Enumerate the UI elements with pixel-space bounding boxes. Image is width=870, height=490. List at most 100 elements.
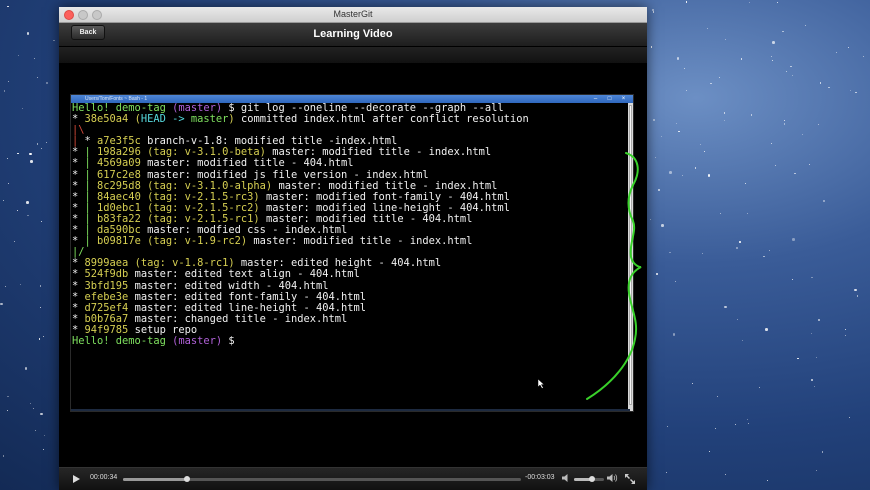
star [740, 58, 742, 60]
star [686, 90, 688, 92]
star [770, 143, 772, 145]
star [856, 295, 858, 297]
star [14, 240, 16, 243]
star [19, 284, 21, 286]
seek-slider[interactable] [123, 476, 521, 482]
star [7, 157, 9, 159]
star [820, 82, 822, 84]
star [650, 218, 652, 220]
star [651, 8, 655, 12]
terminal-text: b09817e [97, 235, 148, 248]
terminal-close-icon: × [621, 96, 626, 102]
star [724, 474, 726, 476]
star [2, 199, 4, 202]
star [42, 336, 45, 338]
terminal-window: Users/Tom/Fonts ~ Bash - 1 – □ × Hello! … [70, 94, 634, 412]
star [758, 387, 760, 389]
star [748, 1, 750, 3]
star [802, 134, 804, 136]
star [40, 412, 43, 416]
seek-handle[interactable] [183, 476, 190, 482]
star [37, 143, 39, 145]
star [707, 174, 711, 177]
star [683, 68, 685, 70]
star [774, 164, 776, 167]
volume-slider[interactable] [574, 476, 604, 482]
star [30, 160, 33, 163]
terminal-minimize-icon: – [593, 96, 598, 102]
star [38, 338, 41, 340]
star [657, 188, 661, 192]
terminal-bottom-edge [71, 409, 630, 411]
star [661, 135, 663, 137]
terminal-output: Hello! demo-tag (master) $ git log --one… [72, 102, 529, 347]
star [3, 90, 5, 92]
star [706, 28, 709, 30]
star [717, 396, 719, 398]
star [36, 76, 39, 78]
star [2, 455, 4, 457]
star [769, 250, 771, 252]
star [808, 163, 811, 165]
star [849, 417, 851, 419]
star [710, 82, 712, 84]
remaining-time: -00:03:03 [525, 474, 555, 481]
star [46, 141, 48, 143]
star [8, 81, 10, 83]
star [33, 407, 35, 409]
star [709, 451, 711, 453]
star [814, 386, 816, 388]
volume-high-icon[interactable] [607, 473, 618, 483]
star [718, 77, 721, 79]
window-title: MasterGit [333, 9, 373, 19]
terminal-text: 38e50a4 [84, 113, 135, 126]
star [863, 55, 865, 57]
terminal-text: HEAD -> [140, 113, 191, 126]
star [828, 86, 830, 88]
star [24, 367, 28, 370]
star [7, 6, 9, 8]
volume-handle[interactable] [589, 476, 595, 482]
star [777, 1, 779, 3]
video-top-strip [59, 47, 647, 63]
star [699, 143, 701, 145]
play-icon[interactable] [72, 474, 81, 484]
elapsed-time: 00:00:34 [90, 474, 118, 481]
star [822, 199, 826, 203]
star [719, 212, 722, 214]
star [703, 151, 705, 153]
star [53, 40, 55, 42]
star [810, 333, 812, 335]
star [770, 56, 772, 58]
star [29, 402, 31, 405]
star [42, 448, 45, 450]
curly-brace-annotation [586, 152, 642, 400]
star [782, 30, 784, 32]
star [836, 51, 838, 54]
terminal-text: Hello! demo-tag [72, 334, 173, 347]
star [742, 339, 744, 342]
star [744, 182, 746, 185]
star [27, 214, 29, 217]
star [7, 183, 9, 185]
star [736, 318, 738, 321]
star [676, 57, 680, 60]
star [681, 174, 684, 176]
star [821, 451, 823, 453]
star [815, 357, 818, 359]
volume-low-icon[interactable] [562, 473, 571, 483]
star [652, 118, 656, 122]
star [702, 253, 704, 255]
video-viewport[interactable]: Users/Tom/Fonts ~ Bash - 1 – □ × Hello! … [59, 47, 647, 467]
star [783, 120, 786, 122]
star [651, 46, 653, 48]
star [669, 252, 671, 254]
star [6, 409, 8, 412]
star [666, 426, 669, 428]
window-titlebar[interactable]: MasterGit [59, 7, 647, 23]
star [725, 38, 727, 40]
fullscreen-icon[interactable] [624, 473, 636, 485]
terminal-text: (tag: v-1.9-rc2) [147, 235, 248, 248]
star [746, 418, 748, 421]
star [653, 11, 655, 13]
